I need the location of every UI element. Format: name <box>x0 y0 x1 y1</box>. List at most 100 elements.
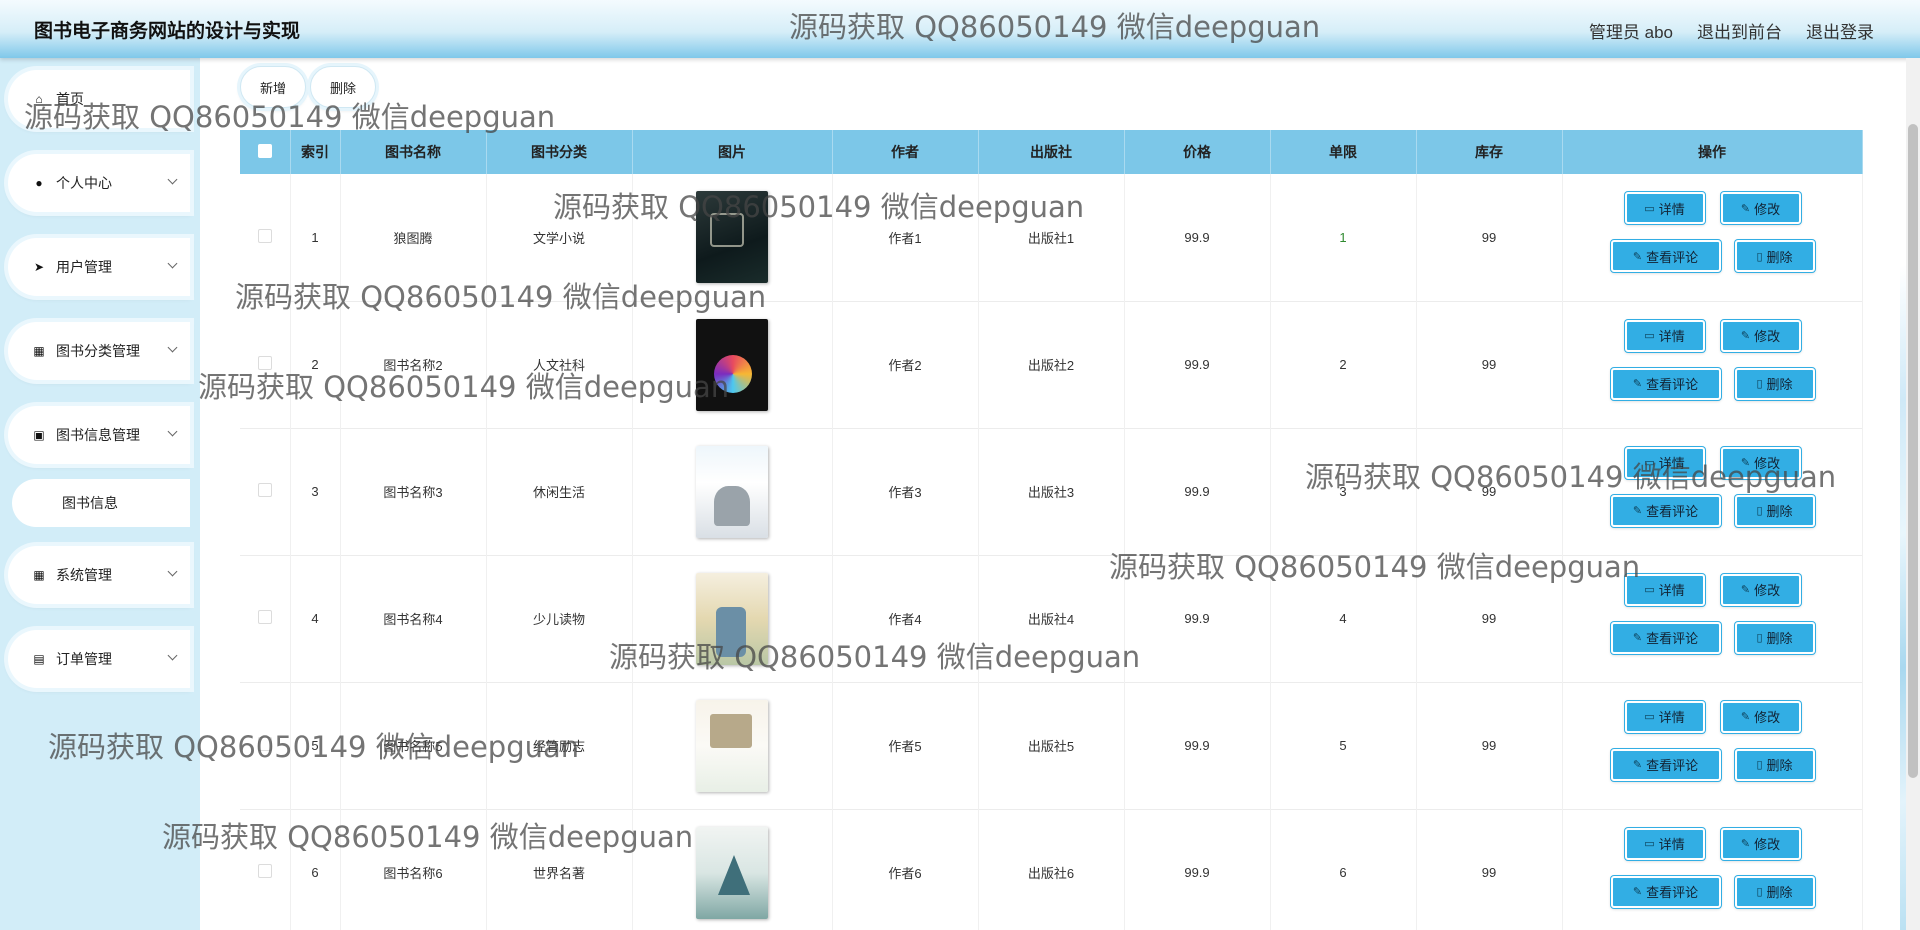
edit-button[interactable]: ✎ 修改 <box>1720 700 1801 733</box>
limit-cell: 4 <box>1270 555 1417 682</box>
book-name-cell: 图书名称3 <box>340 428 487 555</box>
edit-label: 修改 <box>1754 329 1781 344</box>
sidebar-item-book-info-management[interactable]: ▣ 图书信息管理 <box>8 406 190 464</box>
author-cell: 作者6 <box>832 809 979 930</box>
view-reviews-button[interactable]: ✎ 查看评论 <box>1610 621 1721 654</box>
view-reviews-button[interactable]: ✎ 查看评论 <box>1610 240 1721 273</box>
sidebar-item-personal-center[interactable]: ● 个人中心 <box>8 154 190 212</box>
pencil-icon: ✎ <box>1632 378 1643 390</box>
review-label: 查看评论 <box>1646 758 1699 773</box>
column-header: 图书分类 <box>486 130 633 174</box>
book-name-cell: 图书名称5 <box>340 682 487 809</box>
sidebar-item-order-management[interactable]: ▤ 订单管理 <box>8 630 190 688</box>
pencil-icon: ✎ <box>1740 457 1751 469</box>
document-icon: ▭ <box>1644 202 1655 215</box>
book-cover-image[interactable] <box>696 445 768 538</box>
pencil-icon: ✎ <box>1740 202 1751 215</box>
detail-button[interactable]: ▭ 详情 <box>1624 573 1705 606</box>
select-all-checkbox[interactable] <box>257 143 272 158</box>
table-row: 5 图书名称5 经管励志 作者5 出版社5 99.9 5 99 ▭ 详情 ✎ 修改 ✎ 查看评论 ▯ 删除 <box>240 682 1863 809</box>
edit-label: 修改 <box>1754 837 1781 852</box>
trash-icon: ▯ <box>1756 505 1763 517</box>
view-reviews-button[interactable]: ✎ 查看评论 <box>1610 367 1721 400</box>
pencil-icon: ✎ <box>1740 838 1751 850</box>
row-delete-button[interactable]: ▯ 删除 <box>1734 621 1815 654</box>
row-delete-button[interactable]: ▯ 删除 <box>1734 240 1815 273</box>
delete-label: 删除 <box>1766 631 1793 646</box>
select-all-cell <box>240 130 291 174</box>
detail-button[interactable]: ▭ 详情 <box>1624 827 1705 860</box>
table-row: 2 图书名称2 人文社科 作者2 出版社2 99.9 2 99 ▭ 详情 ✎ 修改 ✎ 查看评论 ▯ 删除 <box>240 301 1863 428</box>
column-header: 单限 <box>1270 130 1417 174</box>
view-reviews-button[interactable]: ✎ 查看评论 <box>1610 748 1721 781</box>
index-cell: 6 <box>290 809 341 930</box>
bulk-delete-button[interactable]: 删除 <box>310 66 376 108</box>
edit-button[interactable]: ✎ 修改 <box>1720 446 1801 479</box>
detail-label: 详情 <box>1658 837 1685 852</box>
row-checkbox[interactable] <box>257 737 272 751</box>
row-delete-button[interactable]: ▯ 删除 <box>1734 748 1815 781</box>
app-title: 图书电子商务网站的设计与实现 <box>34 21 301 42</box>
detail-button[interactable]: ▭ 详情 <box>1624 446 1705 479</box>
edit-button[interactable]: ✎ 修改 <box>1720 827 1801 860</box>
book-category-cell: 人文社科 <box>486 301 633 428</box>
logout-link[interactable]: 退出登录 <box>1806 18 1874 43</box>
index-cell: 5 <box>290 682 341 809</box>
pencil-icon: ✎ <box>1740 711 1751 723</box>
sidebar-item-user-management[interactable]: ➤ 用户管理 <box>8 238 190 296</box>
sidebar: ⌂ 首页 ● 个人中心 ➤ 用户管理 ▦ 图书分类管理 ▣ 图书信息管理 图书信… <box>0 58 200 930</box>
column-header: 图书名称 <box>340 130 487 174</box>
detail-button[interactable]: ▭ 详情 <box>1624 192 1705 225</box>
edit-button[interactable]: ✎ 修改 <box>1720 573 1801 606</box>
row-checkbox[interactable] <box>257 356 272 370</box>
view-reviews-button[interactable]: ✎ 查看评论 <box>1610 494 1721 527</box>
book-cover-image[interactable] <box>696 699 768 792</box>
detail-button[interactable]: ▭ 详情 <box>1624 700 1705 733</box>
sidebar-item-label: 订单管理 <box>56 651 112 667</box>
row-delete-button[interactable]: ▯ 删除 <box>1734 875 1815 908</box>
publisher-cell: 出版社2 <box>978 301 1125 428</box>
chevron-down-icon <box>167 258 178 269</box>
book-cover-image[interactable] <box>696 318 768 411</box>
sidebar-subitem-book-info[interactable]: 图书信息 <box>12 479 190 527</box>
book-image-cell <box>632 174 833 301</box>
chevron-down-icon <box>167 566 178 577</box>
row-checkbox[interactable] <box>257 864 272 878</box>
book-name-cell: 图书名称4 <box>340 555 487 682</box>
column-header: 操作 <box>1562 130 1863 174</box>
pencil-icon: ✎ <box>1632 505 1643 517</box>
operations-cell: ▭ 详情 ✎ 修改 ✎ 查看评论 ▯ 删除 <box>1562 682 1863 809</box>
book-image-cell <box>632 301 833 428</box>
operations-cell: ▭ 详情 ✎ 修改 ✎ 查看评论 ▯ 删除 <box>1562 809 1863 930</box>
briefcase-icon: ▣ <box>33 428 45 442</box>
row-delete-button[interactable]: ▯ 删除 <box>1734 494 1815 527</box>
detail-button[interactable]: ▭ 详情 <box>1624 319 1705 352</box>
price-cell: 99.9 <box>1124 809 1271 930</box>
scrollbar-thumb[interactable] <box>1908 124 1918 778</box>
row-checkbox[interactable] <box>257 228 272 243</box>
book-cover-image[interactable] <box>696 191 768 284</box>
edit-button[interactable]: ✎ 修改 <box>1720 192 1801 225</box>
author-cell: 作者1 <box>832 174 979 301</box>
edit-button[interactable]: ✎ 修改 <box>1720 319 1801 352</box>
column-header: 作者 <box>832 130 979 174</box>
book-cover-image[interactable] <box>696 826 768 919</box>
view-reviews-button[interactable]: ✎ 查看评论 <box>1610 875 1721 908</box>
row-delete-button[interactable]: ▯ 删除 <box>1734 367 1815 400</box>
delete-label: 删除 <box>1766 377 1793 392</box>
back-to-front-link[interactable]: 退出到前台 <box>1697 18 1782 43</box>
row-select-cell <box>240 682 291 809</box>
sidebar-item-category-management[interactable]: ▦ 图书分类管理 <box>8 322 190 380</box>
top-header: 图书电子商务网站的设计与实现 管理员 abo 退出到前台 退出登录 <box>0 0 1920 58</box>
row-checkbox[interactable] <box>257 610 272 624</box>
book-cover-image[interactable] <box>696 572 768 665</box>
publisher-cell: 出版社5 <box>978 682 1125 809</box>
pencil-icon: ✎ <box>1632 250 1643 263</box>
row-checkbox[interactable] <box>257 483 272 497</box>
index-cell: 2 <box>290 301 341 428</box>
row-select-cell <box>240 174 291 301</box>
sidebar-item-home[interactable]: ⌂ 首页 <box>8 70 190 128</box>
sidebar-item-system-management[interactable]: ▦ 系统管理 <box>8 546 190 604</box>
sidebar-item-label: 个人中心 <box>56 175 112 191</box>
add-button[interactable]: 新增 <box>240 66 306 108</box>
